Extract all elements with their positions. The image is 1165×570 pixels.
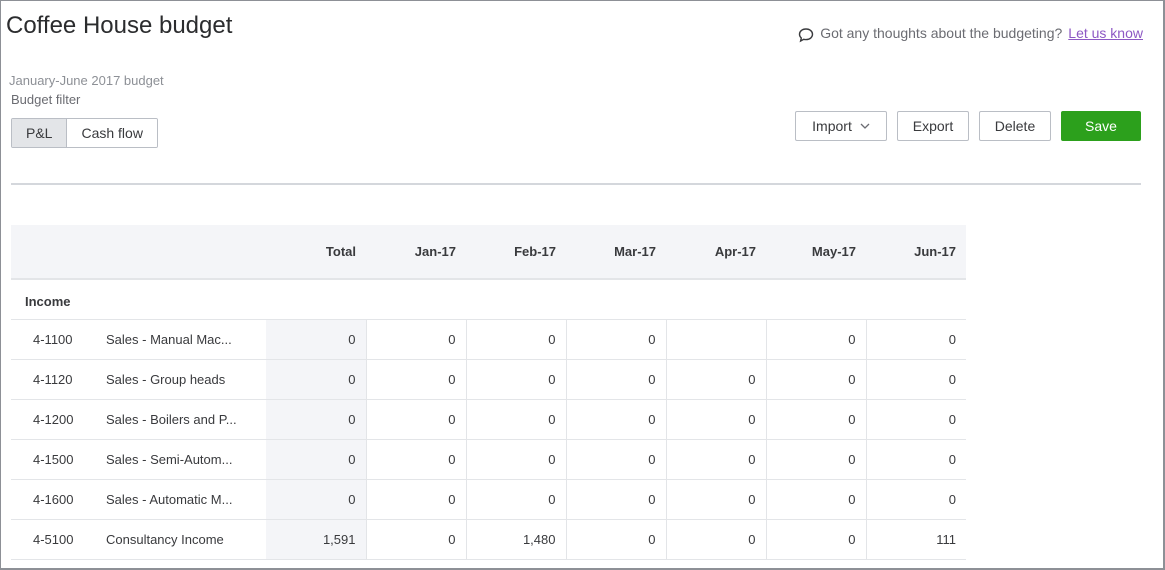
chevron-down-icon [860,123,870,129]
account-name: Sales - Group heads [106,359,266,400]
divider [11,183,1141,185]
budget-cell[interactable]: 0 [465,359,566,400]
delete-button[interactable]: Delete [979,111,1051,141]
budget-page: Coffee House budget Got any thoughts abo… [0,0,1165,570]
budget-cell[interactable]: 0 [665,399,766,440]
budget-cell[interactable]: 0 [765,479,866,520]
table-row: 4-1600 Sales - Automatic M... 0 0 0 0 0 … [11,479,966,520]
table-row: 4-1100 Sales - Manual Mac... 0 0 0 0 0 0 [11,319,966,360]
import-label: Import [812,118,852,134]
account-code: 4-1100 [11,319,106,360]
budget-cell[interactable]: 0 [565,359,666,400]
total-cell: 0 [266,319,366,360]
table-row: 4-1120 Sales - Group heads 0 0 0 0 0 0 0 [11,359,966,400]
budget-cell[interactable]: 0 [865,319,966,360]
export-button[interactable]: Export [897,111,969,141]
budget-cell[interactable]: 0 [565,439,666,480]
budget-cell[interactable]: 0 [365,359,466,400]
budget-cell[interactable]: 0 [365,399,466,440]
column-header: Jan-17 [366,225,466,280]
account-code: 4-1500 [11,439,106,480]
budget-cell[interactable]: 0 [865,439,966,480]
total-cell: 0 [266,359,366,400]
budget-period: January-June 2017 budget [9,73,164,88]
import-button[interactable]: Import [795,111,887,141]
budget-filter-toggle: P&L Cash flow [11,118,158,148]
column-header: Apr-17 [666,225,766,280]
column-header: Feb-17 [466,225,566,280]
budget-cell[interactable]: 0 [665,439,766,480]
save-button[interactable]: Save [1061,111,1141,141]
budget-cell[interactable]: 0 [865,399,966,440]
column-header: Total [266,225,366,280]
table-header-row: Total Jan-17 Feb-17 Mar-17 Apr-17 May-17… [11,225,966,280]
account-name: Sales - Manual Mac... [106,319,266,360]
budget-cell[interactable]: 0 [665,519,766,560]
budget-cell[interactable]: 0 [865,359,966,400]
account-name: Sales - Boilers and P... [106,399,266,440]
budget-cell[interactable]: 0 [465,479,566,520]
budget-cell[interactable]: 0 [565,519,666,560]
budget-cell[interactable]: 0 [765,319,866,360]
budget-cell[interactable]: 0 [765,359,866,400]
budget-cell[interactable]: 0 [765,439,866,480]
account-name: Consultancy Income [106,519,266,560]
budget-cell[interactable]: 0 [465,399,566,440]
account-code: 4-1200 [11,399,106,440]
table-row: 4-1500 Sales - Semi-Autom... 0 0 0 0 0 0… [11,439,966,480]
budget-cell[interactable]: 0 [565,479,666,520]
budget-cell[interactable]: 0 [365,439,466,480]
filter-option-pl[interactable]: P&L [12,119,68,147]
column-header: Jun-17 [866,225,966,280]
account-name: Sales - Automatic M... [106,479,266,520]
total-cell: 0 [266,439,366,480]
budget-cell[interactable]: 0 [365,519,466,560]
total-cell: 0 [266,479,366,520]
feedback-link[interactable]: Let us know [1068,25,1143,41]
section-row: Income [11,279,966,320]
feedback-text: Got any thoughts about the budgeting? [820,25,1063,41]
budget-cell[interactable] [665,319,766,360]
budget-cell[interactable]: 0 [365,319,466,360]
account-code: 4-1600 [11,479,106,520]
account-code: 4-5100 [11,519,106,560]
section-label-income: Income [11,279,966,320]
column-header: May-17 [766,225,866,280]
table-row: 4-1200 Sales - Boilers and P... 0 0 0 0 … [11,399,966,440]
account-name: Sales - Semi-Autom... [106,439,266,480]
budget-cell[interactable]: 0 [765,399,866,440]
budget-cell[interactable]: 0 [465,439,566,480]
speech-bubble-icon [798,28,814,43]
account-code: 4-1120 [11,359,106,400]
budget-cell[interactable]: 111 [865,519,966,560]
budget-table: Total Jan-17 Feb-17 Mar-17 Apr-17 May-17… [11,225,966,560]
budget-cell[interactable]: 0 [665,359,766,400]
budget-cell[interactable]: 0 [565,399,666,440]
budget-cell[interactable]: 0 [365,479,466,520]
header-code [11,225,106,280]
filter-option-cash-flow[interactable]: Cash flow [67,119,157,147]
budget-cell[interactable]: 0 [665,479,766,520]
budget-cell[interactable]: 0 [465,319,566,360]
budget-cell[interactable]: 0 [565,319,666,360]
table-row: 4-5100 Consultancy Income 1,591 0 1,480 … [11,519,966,560]
page-title: Coffee House budget [6,12,233,39]
budget-cell[interactable]: 0 [865,479,966,520]
total-cell: 1,591 [266,519,366,560]
budget-filter-label: Budget filter [11,92,81,107]
feedback-prompt: Got any thoughts about the budgeting? Le… [798,23,1143,43]
header-account [106,225,266,280]
budget-cell[interactable]: 1,480 [465,519,566,560]
budget-cell[interactable]: 0 [765,519,866,560]
column-header: Mar-17 [566,225,666,280]
total-cell: 0 [266,399,366,440]
